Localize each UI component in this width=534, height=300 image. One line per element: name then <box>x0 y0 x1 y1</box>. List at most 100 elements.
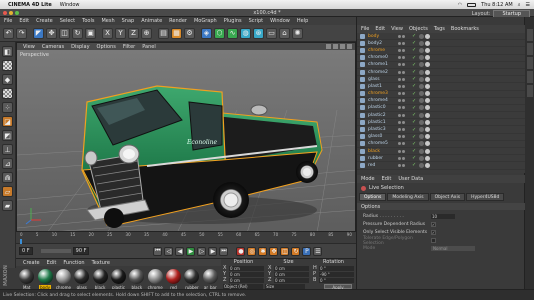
enabled-check-icon[interactable]: ✓ <box>412 148 416 154</box>
range-slider[interactable] <box>40 249 71 253</box>
end-frame-field[interactable]: 90 F <box>72 247 90 255</box>
material-tag-icon[interactable] <box>425 83 431 89</box>
start-frame-field[interactable]: 0 F <box>19 247 33 255</box>
object-row[interactable]: body2 ✓ <box>357 40 525 48</box>
visibility-dots[interactable] <box>398 120 410 124</box>
prev-frame-icon[interactable]: ◀ <box>175 246 185 256</box>
enabled-check-icon[interactable]: ✓ <box>412 91 416 97</box>
deformer-icon[interactable]: ⊛ <box>253 27 264 39</box>
render-settings-icon[interactable]: ⚙ <box>184 27 195 39</box>
coords-value-input[interactable]: 0 cm <box>229 271 264 277</box>
enabled-check-icon[interactable]: ✓ <box>412 55 416 61</box>
attributes-menu-userdata[interactable]: User Data <box>398 176 423 182</box>
layers-tab[interactable] <box>526 85 533 97</box>
object-name[interactable]: plastic0 <box>368 105 394 110</box>
material-item[interactable]: red <box>166 269 182 290</box>
mac-menu-window[interactable]: Window <box>60 2 80 8</box>
make-editable-icon[interactable]: ◧ <box>2 46 13 57</box>
phong-tag-icon[interactable] <box>419 155 425 161</box>
phong-tag-icon[interactable] <box>419 69 425 75</box>
spotlight-icon[interactable]: ⌕ <box>518 2 521 8</box>
axis-mode-icon[interactable]: ⊥ <box>2 144 13 155</box>
coords-value-input[interactable]: 0 ° <box>319 277 354 283</box>
material-item[interactable]: body <box>37 269 53 290</box>
undo-icon[interactable]: ↶ <box>3 27 14 39</box>
enabled-check-icon[interactable]: ✓ <box>412 98 416 104</box>
z-axis-icon[interactable]: Z <box>128 27 139 39</box>
object-row[interactable]: plastic1 ✓ <box>357 119 525 127</box>
menu-render[interactable]: Render <box>169 18 187 24</box>
phong-tag-icon[interactable] <box>419 119 425 125</box>
object-row[interactable]: plastic2 ✓ <box>357 112 525 120</box>
coords-value-input[interactable]: -90 ° <box>319 271 354 277</box>
menu-animate[interactable]: Animate <box>141 18 162 24</box>
camera-icon[interactable]: ⌂ <box>279 27 290 39</box>
mode-dropdown[interactable]: Normal <box>431 246 475 251</box>
structure-tab[interactable] <box>526 71 533 83</box>
material-item[interactable]: chrome <box>56 269 71 290</box>
material-tag-icon[interactable] <box>425 141 431 147</box>
scale-icon[interactable]: ◫ <box>59 27 70 39</box>
object-name[interactable]: plastic2 <box>368 113 394 118</box>
timeline[interactable]: 0 5 10 15 20 25 30 35 40 45 50 55 60 65 … <box>16 232 356 244</box>
subdivision-icon[interactable]: ⬡ <box>214 27 225 39</box>
enabled-check-icon[interactable]: ✓ <box>412 134 416 140</box>
enabled-check-icon[interactable]: ✓ <box>412 47 416 53</box>
position-key-icon[interactable]: ✥ <box>269 246 279 256</box>
maximize-view-icon[interactable] <box>347 44 352 49</box>
model-mode-icon[interactable]: ◆ <box>2 74 13 85</box>
enabled-check-icon[interactable]: ✓ <box>412 83 416 89</box>
coords-value-input[interactable]: 0 cm <box>274 265 309 271</box>
visibility-dots[interactable] <box>398 106 410 110</box>
options-section-header[interactable]: Options <box>357 203 525 210</box>
workplane-icon[interactable] <box>2 88 13 99</box>
object-row[interactable]: chrome0 ✓ <box>357 55 525 62</box>
viewport-menu-options[interactable]: Options <box>97 44 116 50</box>
clock[interactable]: Thu 8:12 AM <box>481 2 513 8</box>
visibility-dots[interactable] <box>398 48 410 52</box>
coords-value-input[interactable]: 0 cm <box>274 277 309 283</box>
texture-mode-icon[interactable] <box>2 60 13 71</box>
enabled-check-icon[interactable]: ✓ <box>412 76 416 82</box>
coords-mode-dropdown[interactable]: Object (Rel) <box>223 283 263 289</box>
material-item[interactable]: Mat <box>19 269 35 290</box>
objects-menu-edit[interactable]: Edit <box>375 26 385 32</box>
phong-tag-icon[interactable] <box>419 76 425 82</box>
points-mode-icon[interactable]: ⁘ <box>2 102 13 113</box>
enabled-check-icon[interactable]: ✓ <box>412 127 416 133</box>
visibility-dots[interactable] <box>398 135 410 139</box>
visible-only-checkbox[interactable]: ✓ <box>431 230 436 235</box>
object-name[interactable]: chrome1 <box>368 62 394 67</box>
material-menu-edit[interactable]: Edit <box>47 260 57 266</box>
light-icon[interactable]: ✺ <box>292 27 303 39</box>
object-row[interactable]: chrome ✓ <box>357 47 525 55</box>
zoom-icon[interactable] <box>333 44 338 49</box>
objects-menu-tags[interactable]: Tags <box>434 26 445 32</box>
visibility-dots[interactable] <box>398 84 410 88</box>
object-name[interactable]: plast1 <box>368 84 394 89</box>
object-name[interactable]: chrome5 <box>368 141 394 146</box>
menu-plugins[interactable]: Plugins <box>224 18 242 24</box>
menu-snap[interactable]: Snap <box>122 18 135 24</box>
enabled-check-icon[interactable]: ✓ <box>412 112 416 118</box>
enabled-check-icon[interactable]: ✓ <box>412 141 416 147</box>
object-name[interactable]: plastic3 <box>368 127 394 132</box>
material-item[interactable]: chrome <box>148 269 163 290</box>
phong-tag-icon[interactable] <box>419 83 425 89</box>
enabled-check-icon[interactable]: ✓ <box>412 162 416 168</box>
object-name[interactable]: red <box>368 163 394 168</box>
objects-tab[interactable] <box>526 29 533 41</box>
viewport-menu-cameras[interactable]: Cameras <box>42 44 64 50</box>
snap-icon[interactable]: ⋒ <box>2 172 13 183</box>
material-tag-icon[interactable] <box>425 62 431 68</box>
attributes-menu-mode[interactable]: Mode <box>361 176 375 182</box>
coord-system-icon[interactable]: ⊕ <box>141 27 152 39</box>
material-tag-icon[interactable] <box>425 134 431 140</box>
material-item[interactable]: ar_bar <box>202 269 218 290</box>
object-row[interactable]: glass0 ✓ <box>357 134 525 141</box>
visibility-dots[interactable] <box>398 156 410 160</box>
menu-tools[interactable]: Tools <box>82 18 94 24</box>
takes-tab[interactable] <box>526 43 533 55</box>
objects-menu-file[interactable]: File <box>361 26 369 32</box>
object-name[interactable]: chrome <box>368 48 394 53</box>
